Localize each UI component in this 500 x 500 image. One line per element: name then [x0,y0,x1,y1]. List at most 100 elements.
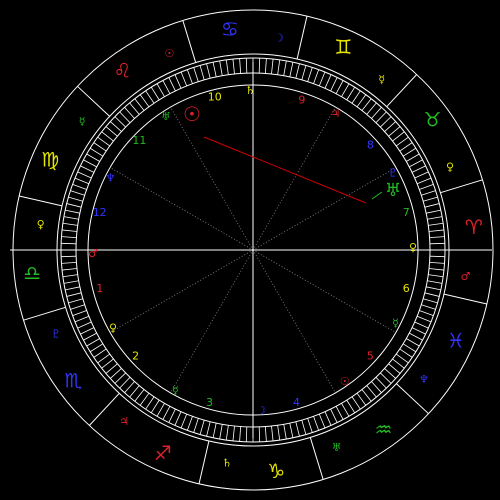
house-8-ruler-glyph: ♇ [388,166,398,179]
house-5-ruler-glyph: ☉ [340,375,350,388]
house-cusp [109,167,254,251]
degree-tick [68,298,83,304]
degree-tick [114,372,126,384]
degree-tick [61,255,77,258]
degree-tick [424,292,440,297]
degree-tick [428,222,444,226]
degree-tick [388,363,401,374]
degree-tick [199,420,205,435]
degree-tick [174,74,182,89]
degree-tick [318,413,326,429]
degree-tick [168,408,176,423]
degree-tick [168,77,176,92]
sign-divider [23,306,66,321]
degree-tick [225,59,229,75]
degree-tick [419,310,434,317]
degree-tick [65,209,80,214]
degree-tick [239,426,242,442]
degree-tick [86,153,100,162]
degree-tick [295,63,300,79]
degree-tick [402,343,417,353]
degree-tick [80,327,95,335]
degree-tick [371,381,382,393]
degree-tick [119,377,131,389]
degree-tick [156,83,165,97]
degree-tick [193,67,199,82]
degree-tick [89,343,104,353]
uranus-planet: ♅ [385,180,401,201]
house-12-ruler-glyph: ♆ [106,171,116,184]
degree-tick [426,286,441,291]
house-number-12: 12 [93,206,107,219]
degree-tick [124,107,135,119]
house-7-ruler-glyph: ♀ [409,241,417,254]
house-number-10: 10 [208,91,222,104]
degree-tick [346,399,356,414]
degree-tick [162,406,171,420]
degree-tick [384,368,396,379]
house-number-4: 4 [293,396,300,409]
capricorn-sign-glyph: ♑ [267,459,285,483]
degree-tick [232,425,235,441]
house-number-11: 11 [132,134,146,147]
degree-tick [380,116,392,128]
sign-divider [396,383,429,415]
degree-tick [335,406,344,420]
degree-tick [186,69,193,84]
degree-tick [341,83,350,97]
house-number-9: 9 [298,94,305,107]
house-1-ruler-glyph: ♂ [88,247,98,260]
degree-tick [219,424,223,440]
degree-tick [406,338,420,347]
degree-tick [335,80,344,94]
degree-tick [232,59,235,75]
degree-tick [419,183,434,190]
house-number-2: 2 [132,350,139,363]
degree-tick [429,255,445,258]
degree-tick [429,236,445,239]
degree-tick [162,80,171,94]
degree-tick [351,396,361,410]
degree-tick [101,131,114,142]
degree-tick [206,421,211,437]
degree-tick [271,59,274,75]
taurus-ruler-glyph: ♀ [446,160,454,173]
astrology-chart: ♋ ♊ ♉ ♈ ♓ ♒ ♑ ♐ ♏ ♎ ♍ ♌ ☽ ☿ ♀ ♂ ♆ ♅ ♄ ♃ ♇ ♀ ☿ ☉ 1 2 3 4 5 6 7 8 9 10 11 1… [0,0,500,500]
degree-tick [74,177,90,185]
degree-tick [409,332,423,341]
degree-tick [428,229,444,232]
house-cusp [252,167,397,251]
aquarius-ruler-glyph: ♅ [332,441,342,454]
degree-tick [356,392,367,406]
degree-tick [129,385,140,398]
sign-divider [198,440,210,484]
degree-tick [289,423,294,438]
degree-tick [66,203,82,208]
degree-tick [351,90,361,104]
degree-tick [283,424,287,440]
degree-tick [258,426,261,442]
house-cusp [252,249,336,394]
degree-tick [68,196,83,202]
degree-tick [416,315,432,323]
house-3-ruler-glyph: ☿ [172,384,179,397]
degree-tick [324,74,332,89]
sagittarius-sign-glyph: ♐ [154,441,172,465]
libra-sign-glyph: ♎ [23,261,41,285]
sign-divider [443,293,487,305]
degree-tick [414,171,429,179]
degree-tick [193,418,199,433]
degree-tick [245,58,248,74]
virgo-ruler-glyph: ☿ [79,115,86,128]
degree-tick [156,403,165,417]
degree-tick [271,425,274,441]
degree-tick [421,304,436,310]
degree-tick [105,363,118,374]
leo-sign-glyph: ♌ [114,58,132,82]
degree-tick [63,216,79,220]
capricorn-ruler-glyph: ♄ [222,456,232,469]
aspect-line-tail [371,191,383,200]
degree-tick [61,242,77,245]
house-number-3: 3 [206,396,213,409]
aspect-line [203,136,367,204]
